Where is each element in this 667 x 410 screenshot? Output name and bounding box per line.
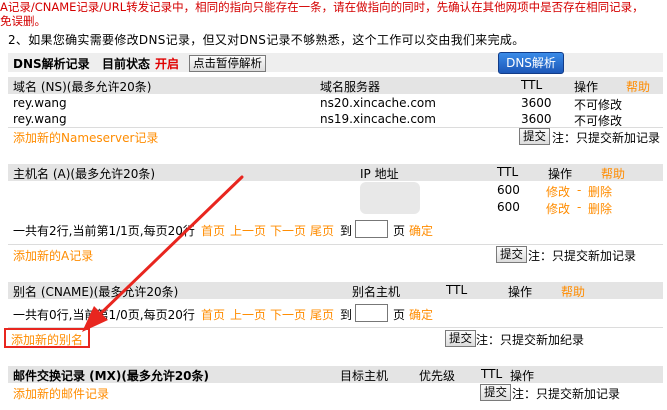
annotation-arrow-icon <box>82 175 244 332</box>
